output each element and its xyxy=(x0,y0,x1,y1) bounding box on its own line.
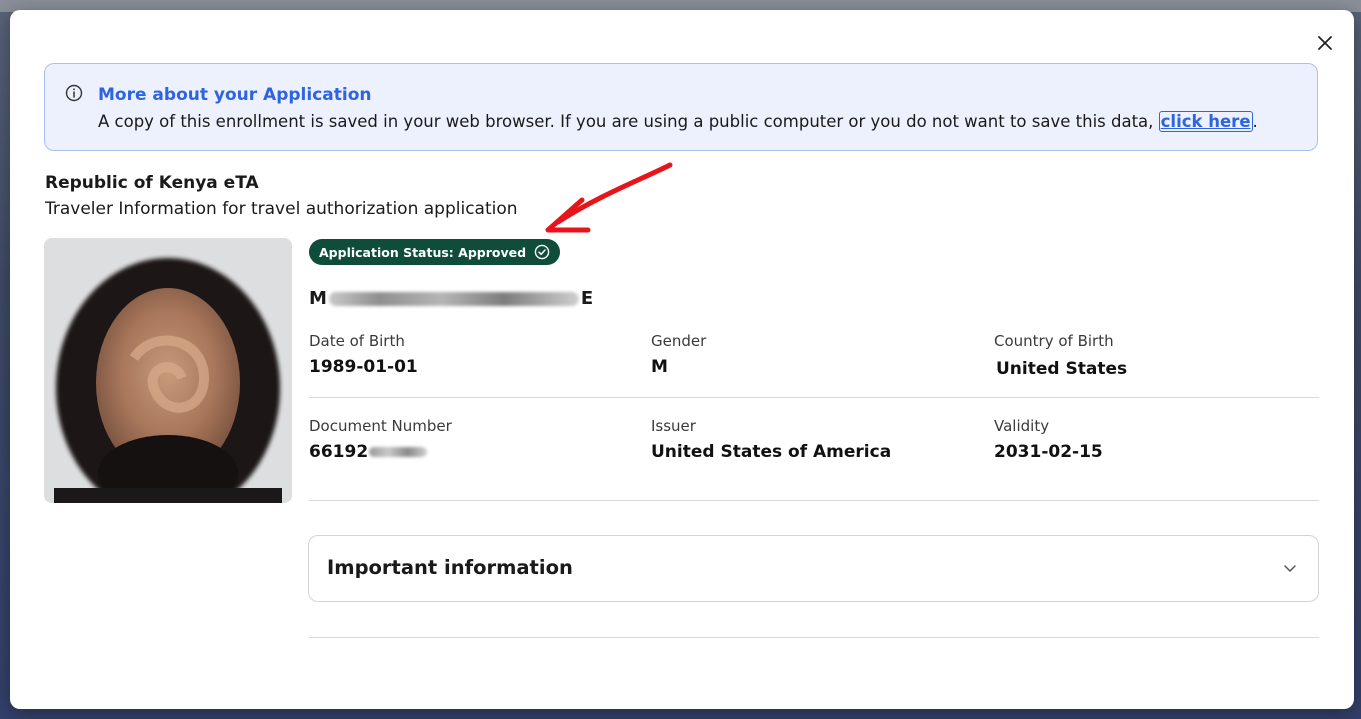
info-banner: More about your Application A copy of th… xyxy=(44,63,1318,151)
document-number-redaction xyxy=(369,447,428,457)
application-modal: More about your Application A copy of th… xyxy=(10,10,1354,709)
document-number: 66192 xyxy=(309,442,428,462)
banner-text: A copy of this enrollment is saved in yo… xyxy=(98,111,1258,132)
dob-label: Date of Birth xyxy=(309,332,405,350)
application-subtitle: Traveler Information for travel authoriz… xyxy=(45,199,518,219)
traveler-name-start: M xyxy=(309,288,327,309)
accordion-title: Important information xyxy=(327,556,573,579)
issuer-value: United States of America xyxy=(651,442,892,462)
traveler-name-end: E xyxy=(580,288,594,309)
banner-trailing: . xyxy=(1252,112,1258,131)
gender-value: M xyxy=(651,357,668,377)
red-annotation-arrow xyxy=(545,162,673,233)
validity-value: 2031-02-15 xyxy=(994,442,1103,462)
document-number-value: 66192 xyxy=(309,442,369,462)
status-label: Application Status: Approved xyxy=(319,244,527,260)
traveler-name: M E xyxy=(309,288,593,309)
gender-label: Gender xyxy=(651,332,707,350)
traveler-photo xyxy=(44,238,292,503)
name-redaction xyxy=(328,291,579,306)
country-of-birth-label: Country of Birth xyxy=(994,332,1114,350)
info-icon xyxy=(65,84,83,102)
banner-body: A copy of this enrollment is saved in yo… xyxy=(98,112,1159,131)
close-button[interactable] xyxy=(1314,32,1336,54)
click-here-link[interactable]: click here xyxy=(1158,111,1253,132)
country-of-birth-value: United States xyxy=(996,359,1128,379)
fields-divider xyxy=(309,397,1319,398)
application-title: Republic of Kenya eTA xyxy=(45,173,259,193)
important-information-accordion[interactable]: Important information xyxy=(308,535,1319,602)
validity-label: Validity xyxy=(994,417,1050,435)
section-divider xyxy=(309,500,1319,501)
issuer-label: Issuer xyxy=(651,417,696,435)
application-status-badge: Application Status: Approved xyxy=(309,239,561,265)
check-circle-icon xyxy=(534,244,550,260)
dob-value: 1989-01-01 xyxy=(309,357,418,377)
close-icon xyxy=(1318,36,1332,50)
banner-title: More about your Application xyxy=(98,85,372,105)
bottom-divider xyxy=(309,637,1319,638)
chevron-down-icon xyxy=(1284,565,1296,572)
document-number-label: Document Number xyxy=(309,417,452,435)
